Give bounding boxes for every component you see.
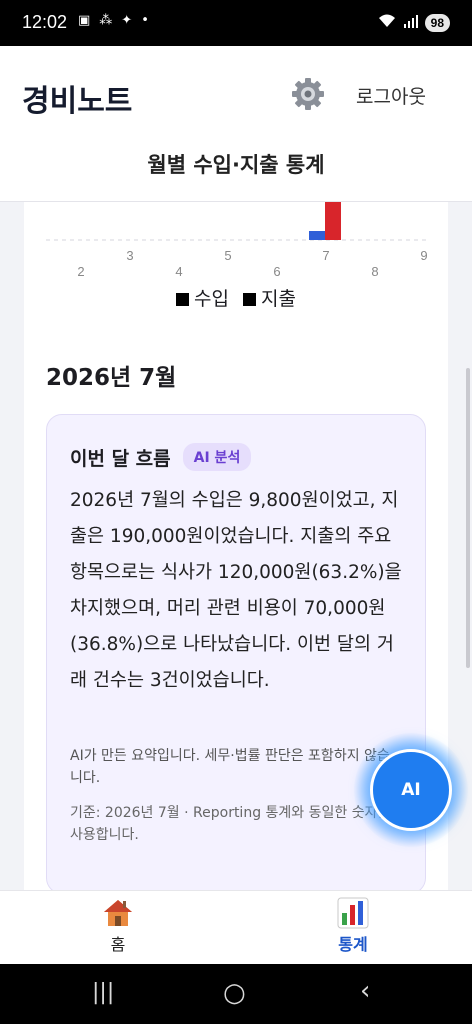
legend-income-label: 수입 xyxy=(194,288,229,310)
legend-expense-label: 지출 xyxy=(261,288,296,310)
logout-button[interactable]: 로그아웃 xyxy=(356,82,426,109)
ai-analysis-badge: AI 분석 xyxy=(182,443,252,471)
x-tick-label: 8 xyxy=(371,264,378,279)
legend-income: 수입 xyxy=(176,284,229,311)
bar-expense xyxy=(325,202,341,240)
legend-swatch xyxy=(176,293,190,306)
x-tick-label: 5 xyxy=(224,248,231,263)
screenshot-icon: ▣ xyxy=(78,13,91,28)
status-bar: 12:02 ▣ ⁂ ✦ • 98 xyxy=(0,0,472,46)
battery-indicator: 98 xyxy=(424,14,450,32)
nav-stats-label: 통계 xyxy=(338,935,368,954)
month-title: 2026년 7월 xyxy=(46,365,177,391)
monthly-bar-chart: 2 3 4 5 6 7 8 9 xyxy=(46,202,428,279)
dot-icon: • xyxy=(141,13,149,28)
wifi-icon xyxy=(377,13,397,33)
home-circle-icon[interactable]: ○ xyxy=(223,978,246,1008)
grid-icon: ⁂ xyxy=(99,13,113,28)
ai-assistant-button[interactable]: AI xyxy=(370,749,452,831)
app-title: 경비노트 xyxy=(22,84,133,119)
recent-apps-icon[interactable]: ||| xyxy=(92,980,114,1005)
scrollbar[interactable] xyxy=(466,368,470,668)
x-tick-label: 9 xyxy=(420,248,427,263)
status-time: 12:02 xyxy=(22,12,68,32)
bar-income xyxy=(309,231,325,240)
nav-home-label: 홈 xyxy=(110,935,126,954)
x-tick-label: 2 xyxy=(77,264,84,279)
app-header: 경비노트 로그아웃 월별 수입·지출 통계 xyxy=(0,46,472,202)
back-icon[interactable]: ‹ xyxy=(360,976,370,1006)
settings-gear-icon[interactable] xyxy=(290,76,326,112)
bottom-nav: 홈 통계 xyxy=(0,890,472,964)
flow-title: 이번 달 흐름 xyxy=(70,447,171,470)
page-subtitle: 월별 수입·지출 통계 xyxy=(147,153,325,177)
x-tick-label: 4 xyxy=(175,264,182,279)
legend-swatch xyxy=(243,293,256,306)
legend-expense: 지출 xyxy=(243,284,296,311)
system-nav-bar: ||| ○ ‹ xyxy=(0,964,472,1024)
signal-icon xyxy=(403,13,419,33)
x-tick-label: 3 xyxy=(126,248,133,263)
fan-icon: ✦ xyxy=(121,13,133,28)
nav-home[interactable]: 홈 xyxy=(83,897,153,955)
home-icon xyxy=(104,900,132,926)
flow-summary-text: 2026년 7월의 수입은 9,800원이었고, 지출은 190,000원이었습… xyxy=(70,490,402,691)
chart-legend: 수입 지출 xyxy=(24,284,448,311)
nav-stats[interactable]: 통계 xyxy=(318,897,388,955)
bar-chart-icon xyxy=(337,897,369,929)
x-tick-label: 7 xyxy=(322,248,329,263)
x-tick-label: 6 xyxy=(273,264,280,279)
ai-disclaimer: AI가 만든 요약입니다. 세무·법률 판단은 포함하지 않습니다. xyxy=(70,748,390,786)
data-basis-note: 기준: 2026년 7월 · Reporting 통계와 동일한 숫자를 사용합… xyxy=(70,805,391,843)
